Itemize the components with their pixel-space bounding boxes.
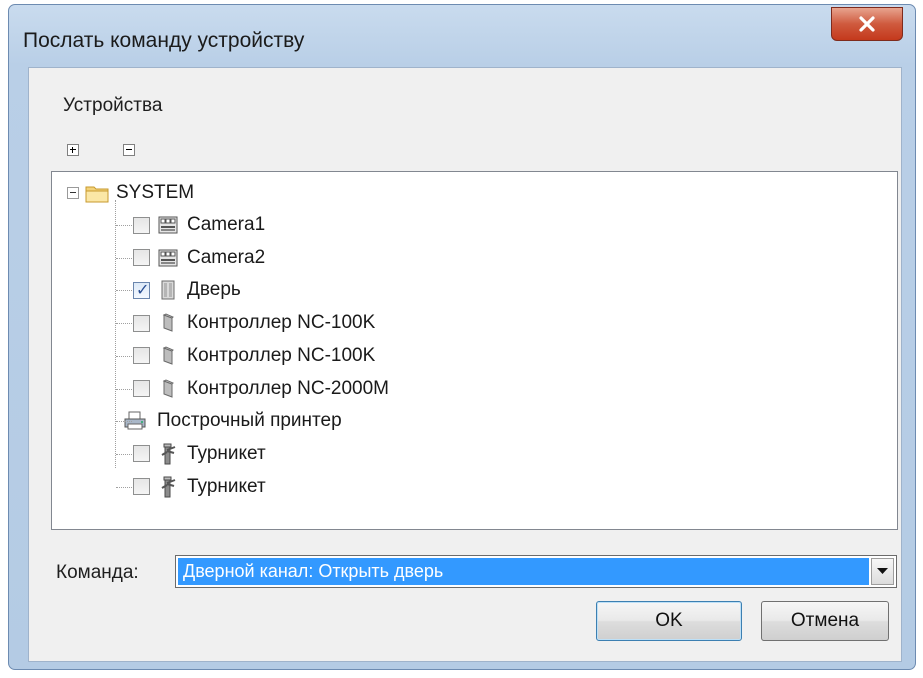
devices-tree[interactable]: SYSTEM Camera1 Camera2 Дверь Контроллер NC-…: [51, 171, 898, 530]
turnstile-icon: [158, 476, 178, 498]
tree-connector-line: [116, 421, 132, 423]
window-title: Послать команду устройству: [23, 29, 305, 52]
close-button[interactable]: [831, 7, 903, 41]
door-icon: [158, 279, 178, 301]
tree-item-label: Контроллер NC-2000M: [187, 377, 389, 399]
tree-item-checkbox[interactable]: [133, 445, 150, 463]
turnstile-icon: [158, 443, 178, 465]
tree-connector-line: [116, 486, 132, 488]
tree-connector-line: [116, 323, 132, 325]
devices-label: Устройства: [63, 95, 163, 116]
tree-item-checkbox[interactable]: [133, 216, 150, 234]
tree-item-checkbox[interactable]: [133, 347, 150, 365]
tree-item-checkbox[interactable]: [133, 478, 150, 496]
camera-icon: [158, 247, 178, 269]
tree-item[interactable]: Контроллер NC-100K: [130, 341, 375, 371]
tree-connector-line: [116, 355, 132, 357]
tree-item-label: Контроллер NC-100K: [187, 312, 376, 334]
collapse-node-icon[interactable]: [67, 187, 79, 199]
tree-item-checkbox[interactable]: [133, 249, 150, 267]
tree-connector-line: [116, 388, 132, 390]
tree-item[interactable]: Турникет: [130, 472, 266, 502]
dialog-window: Послать команду устройству Устройства SY…: [8, 4, 916, 670]
tree-item[interactable]: Camera1: [130, 210, 265, 240]
collapse-all-button[interactable]: [123, 144, 135, 156]
command-value: Дверной канал: Открыть дверь: [178, 558, 869, 585]
tree-item[interactable]: Контроллер NC-2000M: [130, 374, 389, 404]
dialog-body: Устройства SYSTEM Camera1 Camera2 Дверь Кон…: [28, 67, 902, 662]
folder-icon: [85, 182, 109, 204]
tree-item-checkbox[interactable]: [133, 280, 150, 299]
ok-button[interactable]: OK: [596, 601, 742, 641]
tree-root-system[interactable]: SYSTEM: [67, 178, 194, 208]
tree-item-checkbox[interactable]: [133, 380, 150, 397]
camera-icon: [158, 214, 178, 236]
controller-icon: [158, 345, 178, 367]
tree-item[interactable]: Турникет: [130, 439, 266, 469]
command-label: Команда:: [56, 562, 139, 583]
close-x-icon: [859, 16, 875, 32]
tree-item-label: Построчный принтер: [157, 410, 342, 432]
tree-item[interactable]: Дверь: [130, 275, 241, 305]
tree-guide-line: [115, 200, 116, 468]
tree-item-label: Турникет: [187, 442, 266, 464]
controller-icon: [158, 378, 178, 400]
tree-item[interactable]: Camera2: [130, 243, 265, 273]
tree-item-checkbox[interactable]: [133, 314, 150, 332]
tree-item-label: Контроллер NC-100K: [187, 344, 376, 366]
tree-item-label: Турникет: [187, 475, 266, 497]
tree-connector-line: [116, 290, 132, 292]
tree-connector-line: [116, 453, 132, 455]
tree-connector-line: [116, 257, 132, 259]
tree-root-label: SYSTEM: [116, 182, 195, 203]
controller-icon: [158, 312, 178, 334]
tree-item-label: Дверь: [187, 279, 241, 301]
expand-all-button[interactable]: [67, 144, 79, 156]
tree-item-label: Camera2: [187, 246, 266, 268]
tree-connector-line: [116, 225, 132, 226]
cancel-button[interactable]: Отмена: [761, 601, 889, 641]
dropdown-arrow-icon[interactable]: [871, 558, 894, 585]
tree-item[interactable]: Построчный принтер: [118, 406, 342, 436]
tree-item-label: Camera1: [187, 214, 266, 235]
tree-item[interactable]: Контроллер NC-100K: [130, 308, 375, 338]
command-select[interactable]: Дверной канал: Открыть дверь: [175, 555, 897, 588]
